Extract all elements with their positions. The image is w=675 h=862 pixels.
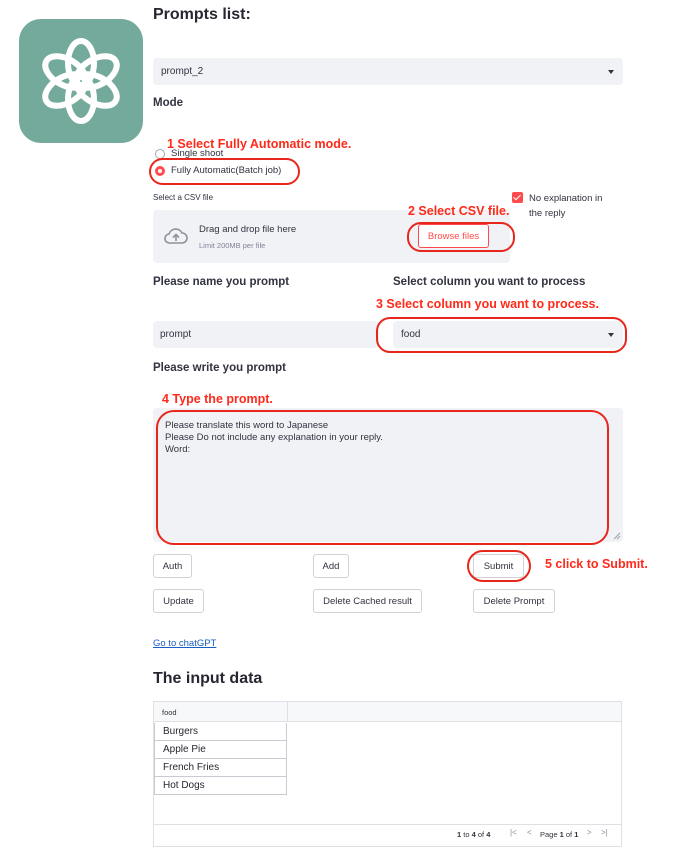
dropzone-text: Drag and drop file here: [199, 224, 297, 235]
openai-logo-icon: [19, 19, 143, 143]
annotation-ring-browse: [407, 222, 515, 252]
prompts-select[interactable]: prompt_2: [153, 58, 623, 85]
row-count: 1 to 4 of 4: [457, 830, 490, 839]
annotation-step5: 5 click to Submit.: [545, 557, 648, 571]
prompt-name-label: Please name you prompt: [153, 276, 290, 288]
resize-handle-icon[interactable]: [613, 532, 621, 540]
prompt-text-label: Please write you prompt: [153, 362, 286, 374]
page-current: 1: [559, 830, 564, 839]
row-to-word: to: [463, 830, 470, 839]
page-of-word: of: [565, 830, 573, 839]
delete-cached-button[interactable]: Delete Cached result: [313, 589, 422, 613]
dropzone-limit: Limit 200MB per file: [199, 241, 266, 250]
openai-knot-icon: [42, 38, 120, 124]
csv-label: Select a CSV file: [153, 193, 214, 202]
annotation-ring-mode: [149, 158, 300, 185]
prev-page-icon[interactable]: <: [527, 828, 532, 837]
chevron-down-icon: [608, 69, 614, 74]
no-explanation-checkbox[interactable]: [512, 192, 523, 203]
auth-button[interactable]: Auth: [153, 554, 192, 578]
cloud-upload-icon: [164, 228, 188, 244]
next-page-icon[interactable]: >: [587, 828, 592, 837]
table-row[interactable]: Apple Pie: [154, 741, 287, 759]
page-word: Page: [540, 830, 558, 839]
delete-prompt-button[interactable]: Delete Prompt: [473, 589, 555, 613]
table-row[interactable]: Burgers: [154, 723, 287, 741]
row-of-word: of: [477, 830, 485, 839]
row-to: 4: [471, 830, 476, 839]
prompt-name-input[interactable]: prompt: [153, 321, 379, 348]
annotation-ring-column: [376, 317, 627, 353]
add-button[interactable]: Add: [313, 554, 349, 578]
no-explanation-line2: the reply: [529, 208, 566, 219]
no-explanation-line1: No explanation in: [529, 193, 603, 204]
prompts-list-title: Prompts list:: [153, 6, 251, 23]
first-page-icon[interactable]: |<: [510, 828, 517, 837]
grid-header: food: [154, 702, 621, 722]
no-explanation-label: No explanation in the reply: [529, 191, 602, 221]
annotation-step3: 3 Select column you want to process.: [376, 297, 599, 311]
column-divider: [287, 702, 288, 722]
prompt-name-value: prompt: [160, 329, 192, 340]
column-label: Select column you want to process: [393, 276, 586, 288]
pager-divider: [154, 824, 621, 825]
annotation-ring-prompt: [156, 410, 609, 545]
chatgpt-link[interactable]: Go to chatGPT: [153, 638, 216, 649]
annotation-step2: 2 Select CSV file.: [408, 204, 510, 218]
row-from: 1: [457, 830, 462, 839]
input-data-title: The input data: [153, 670, 263, 687]
page-total: 1: [574, 830, 579, 839]
annotation-ring-submit: [467, 550, 531, 582]
page-indicator: Page 1 of 1: [540, 830, 578, 839]
mode-label: Mode: [153, 97, 184, 109]
annotation-step4: 4 Type the prompt.: [162, 392, 273, 406]
grid-column-header[interactable]: food: [162, 708, 177, 717]
last-page-icon[interactable]: >|: [601, 828, 608, 837]
data-grid: food Burgers Apple Pie French Fries Hot …: [153, 701, 622, 847]
table-row[interactable]: French Fries: [154, 759, 287, 777]
table-row[interactable]: Hot Dogs: [154, 777, 287, 795]
grid-body: Burgers Apple Pie French Fries Hot Dogs: [154, 723, 287, 795]
row-total: 4: [486, 830, 491, 839]
prompts-select-value: prompt_2: [161, 66, 204, 77]
update-button[interactable]: Update: [153, 589, 204, 613]
